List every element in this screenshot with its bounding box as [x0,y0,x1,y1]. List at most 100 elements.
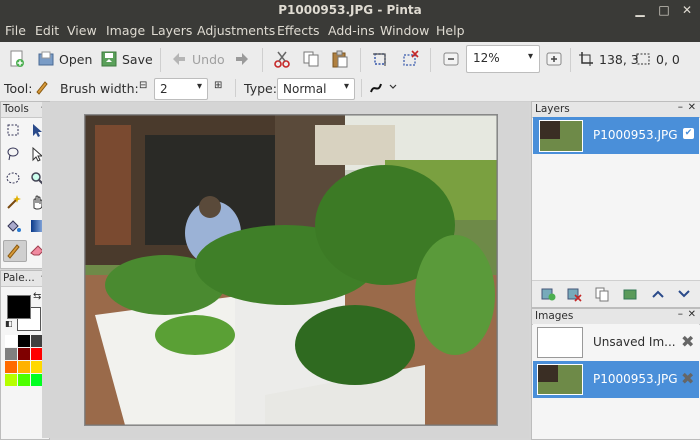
menu-window[interactable]: Window [380,23,429,38]
crop-button[interactable] [371,48,389,70]
merge-layer-down-icon[interactable] [622,286,638,305]
reset-colors-icon[interactable]: ◧ [5,319,13,328]
palette-swatch[interactable] [18,361,30,373]
menu-help[interactable]: Help [436,23,465,38]
tool-label: Tool: [4,81,33,96]
palette-swatch[interactable] [18,348,30,360]
add-layer-icon[interactable] [540,286,556,305]
layers-panel-header: Layers – ✕ [532,101,700,118]
primary-color-swatch[interactable] [7,295,31,319]
decrease-width-icon[interactable]: ⊟ [139,80,147,91]
duplicate-layer-icon[interactable] [594,286,610,305]
copy-button[interactable] [302,48,320,70]
scissors-icon [273,50,291,68]
zoom-value: 12% [473,51,500,65]
palette-swatch[interactable] [5,335,17,347]
menu-addins[interactable]: Add-ins [328,23,375,38]
layers-panel-title: Layers [535,103,570,115]
maximize-icon[interactable]: □ [656,2,672,18]
palette-panel-title: Pale... [3,272,35,284]
rectangle-select-icon[interactable] [5,122,21,138]
redo-button[interactable] [233,48,251,70]
close-image-icon[interactable]: ✖ [681,369,694,388]
close-icon[interactable]: ✕ [679,2,695,18]
zoom-in-button[interactable] [545,48,563,70]
undo-label: Undo [192,51,225,67]
palette-swatch[interactable] [5,361,17,373]
menu-view[interactable]: View [67,23,97,38]
menu-edit[interactable]: Edit [35,23,59,38]
brush-width-combo[interactable]: 2 ▾ [154,78,208,100]
palette-swatch[interactable] [18,335,30,347]
panel-close-icon[interactable]: ✕ [688,309,696,320]
selection-size-value: 0, 0 [656,51,680,67]
magic-wand-icon[interactable] [5,194,21,210]
layer-visibility-checkbox[interactable]: ✔ [683,128,694,139]
chevron-down-icon: ▾ [343,81,349,92]
title-bar: P1000953.JPG - Pinta ▁ □ ✕ [0,0,700,20]
garden-photo [85,115,497,425]
image-thumbnail [537,364,583,395]
toolbar-separator [262,48,263,72]
brush-type-combo[interactable]: Normal ▾ [277,78,355,100]
paste-button[interactable] [331,48,349,70]
palette-swatch[interactable] [5,348,17,360]
brush-width-label: Brush width: [60,81,139,96]
options-separator [361,79,362,97]
image-canvas[interactable] [84,114,498,426]
move-layer-down-icon[interactable] [676,286,692,305]
images-panel-header: Images – ✕ [532,308,700,325]
toolbar-separator [360,48,361,72]
deselect-icon [401,50,419,68]
zoom-out-icon [442,50,460,68]
main-toolbar: Open Save Undo 12% ▾ 138, 3 0, 0 [0,42,700,77]
zoom-combo[interactable]: 12% ▾ [466,45,540,73]
minimize-icon[interactable]: ▁ [632,2,648,18]
palette-swatch[interactable] [5,374,17,386]
layer-row[interactable]: P1000953.JPG ✔ [533,117,699,154]
image-row-unsaved[interactable]: Unsaved Im... ✖ [533,324,699,361]
lasso-select-icon[interactable] [5,146,21,162]
new-button[interactable] [8,48,26,70]
ellipse-select-icon[interactable] [5,170,21,186]
toolbar-separator [430,48,431,72]
paste-icon [331,50,349,68]
palette-swatch[interactable] [18,374,30,386]
menu-adjustments[interactable]: Adjustments [197,23,275,38]
cursor-position-value: 138, 3 [599,51,639,67]
panel-minimize-icon[interactable]: – [678,308,683,320]
tool-options-bar: Tool: Brush width: ⊟ 2 ▾ ⊞ Type: Normal … [0,76,700,102]
deselect-button[interactable] [401,48,419,70]
image-row-selected[interactable]: P1000953.JPG ✖ [533,361,699,398]
close-image-icon[interactable]: ✖ [681,332,694,351]
swap-colors-icon[interactable]: ⇆ [33,291,41,302]
increase-width-icon[interactable]: ⊞ [214,80,222,91]
zoom-out-button[interactable] [442,48,460,70]
selection-size-icon [634,50,652,68]
delete-layer-icon[interactable] [566,286,582,305]
chevron-down-icon: ▾ [196,81,202,92]
menu-bar: File Edit View Image Layers Adjustments … [0,20,700,42]
paint-bucket-icon[interactable] [5,218,21,234]
menu-image[interactable]: Image [106,23,145,38]
antialiasing-icon[interactable] [369,79,399,98]
move-layer-up-icon[interactable] [650,286,666,305]
open-folder-icon [37,50,55,68]
layer-thumbnail [539,120,583,152]
menu-file[interactable]: File [5,23,26,38]
save-icon [100,50,118,68]
open-button[interactable]: Open [37,48,92,70]
panel-close-icon[interactable]: ✕ [688,102,696,113]
copy-icon [302,50,320,68]
type-label: Type: [244,81,277,96]
panel-minimize-icon[interactable]: – [678,101,683,113]
menu-effects[interactable]: Effects [277,23,320,38]
brush-type-value: Normal [283,82,327,96]
undo-button[interactable]: Undo [170,48,225,70]
save-button[interactable]: Save [100,48,153,70]
cut-button[interactable] [273,48,291,70]
menu-layers[interactable]: Layers [151,23,192,38]
cursor-position: 138, 3 [577,48,639,70]
redo-icon [233,50,251,68]
paintbrush-tool-icon[interactable] [3,240,27,262]
